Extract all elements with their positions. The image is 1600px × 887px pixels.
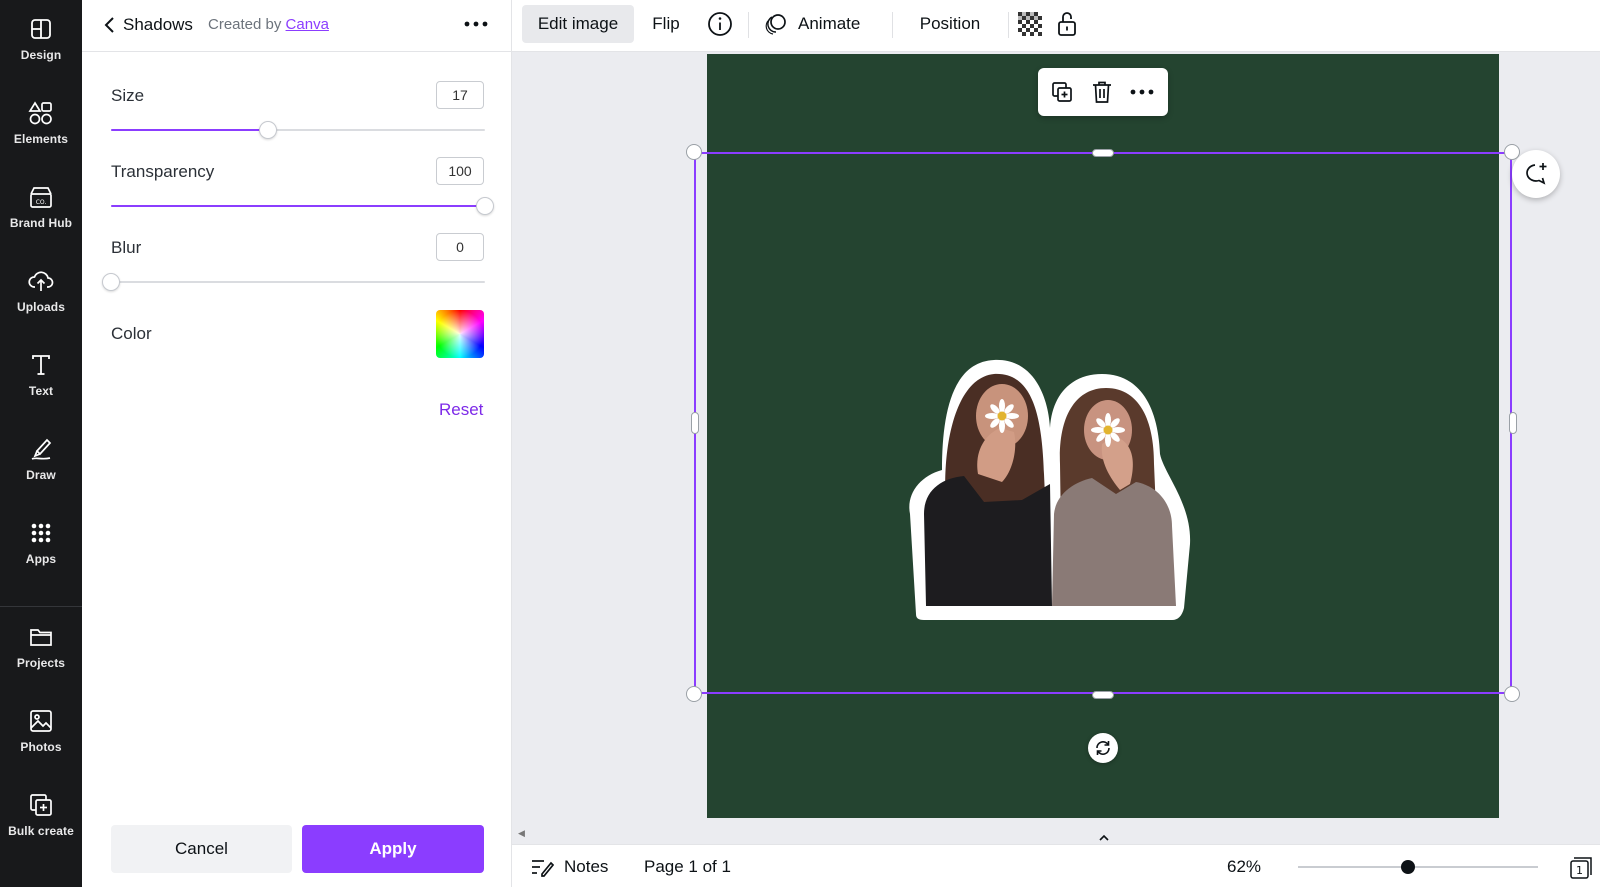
blur-input[interactable] bbox=[436, 233, 484, 261]
unlock-icon[interactable] bbox=[1052, 5, 1082, 43]
rail-label: Text bbox=[28, 384, 54, 398]
more-options-icon[interactable] bbox=[460, 12, 492, 36]
duplicate-icon[interactable] bbox=[1050, 80, 1074, 104]
rail-divider bbox=[0, 606, 82, 607]
resize-handle-bottom-right[interactable] bbox=[1504, 686, 1520, 702]
size-input[interactable] bbox=[436, 81, 484, 109]
panel-header: Shadows Created by Canva bbox=[82, 0, 512, 52]
rail-label: Brand Hub bbox=[9, 216, 73, 230]
brand-hub-icon: CO. bbox=[28, 184, 54, 210]
rail-item-photos[interactable]: Photos bbox=[0, 694, 82, 768]
rail-item-elements[interactable]: Elements bbox=[0, 86, 82, 160]
page-count-text: 1 bbox=[1576, 864, 1583, 877]
add-comment-icon[interactable] bbox=[1512, 150, 1560, 198]
edit-image-button[interactable]: Edit image bbox=[522, 5, 634, 43]
resize-handle-bottom[interactable] bbox=[1092, 691, 1114, 699]
show-pages-chevron-up-icon[interactable] bbox=[1064, 830, 1144, 844]
created-by-prefix: Created by bbox=[208, 16, 282, 33]
blur-slider[interactable] bbox=[102, 272, 485, 292]
photo-icon bbox=[28, 708, 54, 734]
resize-handle-left[interactable] bbox=[691, 412, 699, 434]
rail-item-text[interactable]: Text bbox=[0, 338, 82, 412]
bottom-bar: Notes Page 1 of 1 62% 1 bbox=[512, 844, 1600, 887]
trash-icon[interactable] bbox=[1090, 80, 1114, 104]
rail-label: Photos bbox=[20, 740, 62, 754]
size-label: Size bbox=[111, 86, 145, 105]
color-picker-swatch[interactable] bbox=[436, 310, 484, 358]
reset-button[interactable]: Reset bbox=[439, 400, 483, 420]
folder-icon bbox=[28, 624, 54, 650]
position-button[interactable]: Position bbox=[904, 5, 996, 43]
info-icon[interactable] bbox=[698, 5, 742, 43]
rail-label: Elements bbox=[13, 132, 69, 146]
bulk-create-icon bbox=[28, 792, 54, 818]
created-by: Created by Canva bbox=[208, 16, 329, 33]
elements-icon bbox=[28, 100, 54, 126]
rail-label: Apps bbox=[25, 552, 57, 566]
rail-item-design[interactable]: Design bbox=[0, 2, 82, 76]
transparency-label: Transparency bbox=[111, 162, 215, 181]
svg-text:CO.: CO. bbox=[36, 199, 47, 206]
upload-cloud-icon bbox=[28, 268, 54, 294]
transparency-slider[interactable] bbox=[111, 196, 494, 216]
zoom-level[interactable]: 62% bbox=[1227, 857, 1261, 877]
text-icon bbox=[28, 352, 54, 378]
apply-button[interactable]: Apply bbox=[302, 825, 484, 873]
rail-label: Projects bbox=[16, 656, 66, 670]
page-indicator[interactable]: Page 1 of 1 bbox=[644, 857, 731, 877]
resize-handle-top[interactable] bbox=[1092, 149, 1114, 157]
transparency-checker-icon[interactable] bbox=[1016, 5, 1044, 43]
back-chevron-icon[interactable] bbox=[98, 13, 122, 37]
rail-label: Bulk create bbox=[8, 824, 74, 838]
blur-label: Blur bbox=[111, 238, 142, 257]
rail-item-apps[interactable]: Apps bbox=[0, 506, 82, 580]
rail-label: Uploads bbox=[16, 300, 66, 314]
resize-handle-bottom-left[interactable] bbox=[686, 686, 702, 702]
scroll-left-arrow-icon[interactable]: ◀ bbox=[518, 828, 525, 839]
animate-button[interactable]: Animate bbox=[756, 5, 872, 43]
resize-handle-top-left[interactable] bbox=[686, 144, 702, 160]
animate-icon bbox=[764, 12, 788, 36]
toolbar-divider bbox=[748, 12, 749, 38]
canvas-area: ◀ bbox=[512, 52, 1600, 844]
cancel-button[interactable]: Cancel bbox=[111, 825, 292, 873]
resize-handle-right[interactable] bbox=[1509, 412, 1517, 434]
left-rail: Design Elements CO. Brand Hub Uploads Te… bbox=[0, 0, 82, 887]
rail-item-draw[interactable]: Draw bbox=[0, 422, 82, 496]
transparency-input[interactable] bbox=[436, 157, 484, 185]
element-floating-toolbar bbox=[1038, 68, 1168, 116]
shadows-panel: Shadows Created by Canva Size Transparen… bbox=[82, 0, 512, 887]
page-count-icon[interactable]: 1 bbox=[1568, 855, 1594, 881]
apps-grid-icon bbox=[28, 520, 54, 546]
creator-link[interactable]: Canva bbox=[286, 16, 329, 33]
rail-label: Design bbox=[20, 48, 62, 62]
more-options-icon[interactable] bbox=[1130, 80, 1154, 104]
notes-button[interactable]: Notes bbox=[530, 855, 608, 879]
color-label: Color bbox=[111, 324, 152, 343]
toolbar-divider bbox=[892, 12, 893, 38]
notes-label: Notes bbox=[564, 857, 609, 876]
design-icon bbox=[28, 16, 54, 42]
draw-icon bbox=[28, 436, 54, 462]
rail-item-projects[interactable]: Projects bbox=[0, 610, 82, 684]
top-toolbar: Edit image Flip Animate Position bbox=[512, 0, 1600, 52]
notes-icon bbox=[530, 857, 554, 877]
selection-box bbox=[694, 152, 1512, 694]
rotate-icon[interactable] bbox=[1088, 733, 1118, 763]
flip-button[interactable]: Flip bbox=[640, 5, 692, 43]
rail-item-brand-hub[interactable]: CO. Brand Hub bbox=[0, 170, 82, 244]
rail-label: Draw bbox=[26, 468, 56, 482]
rail-item-uploads[interactable]: Uploads bbox=[0, 254, 82, 328]
toolbar-divider bbox=[1008, 12, 1009, 38]
rail-item-bulk-create[interactable]: Bulk create bbox=[0, 778, 82, 852]
zoom-slider[interactable] bbox=[1298, 857, 1538, 877]
panel-title: Shadows bbox=[123, 15, 193, 34]
animate-label: Animate bbox=[798, 14, 861, 33]
size-slider[interactable] bbox=[111, 120, 485, 140]
